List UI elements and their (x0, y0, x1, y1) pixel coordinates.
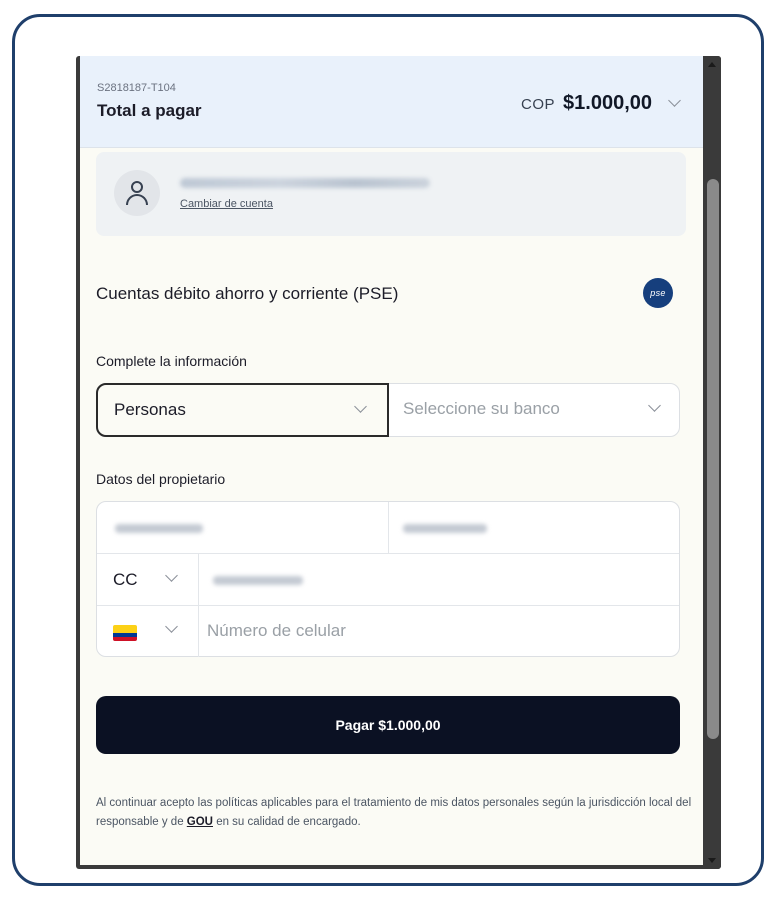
payment-method-title: Cuentas débito ahorro y corriente (PSE) (96, 284, 399, 303)
document-row: CC (97, 554, 679, 606)
colombia-flag-icon[interactable] (113, 625, 137, 641)
user-icon (114, 170, 160, 216)
scroll-up-arrow-icon[interactable] (708, 62, 716, 67)
chevron-down-icon[interactable] (165, 620, 178, 633)
chevron-down-icon (648, 399, 661, 412)
disclaimer-text-after: en su calidad de encargado. (213, 816, 361, 828)
first-name-field[interactable] (115, 524, 203, 533)
phone-number-input[interactable]: Número de celular (207, 621, 346, 641)
pse-logo-icon: pse (643, 278, 673, 308)
chevron-down-icon (354, 400, 367, 413)
disclaimer-text-before: Al continuar acepto las políticas aplica… (96, 797, 692, 828)
total-amount[interactable]: COP $1.000,00 (521, 92, 681, 115)
account-email-redacted (180, 178, 430, 188)
account-card: Cambiar de cuenta (96, 152, 686, 236)
currency-code: COP (521, 96, 556, 113)
total-label: Total a pagar (97, 101, 202, 120)
person-bank-select-row: Personas Seleccione su banco (96, 383, 680, 437)
scrollbar-thumb[interactable] (707, 179, 719, 739)
change-account-link[interactable]: Cambiar de cuenta (180, 198, 273, 210)
scrollbar[interactable] (704, 56, 721, 869)
chevron-down-icon[interactable] (165, 569, 178, 582)
owner-details-form: CC Número de celular (96, 501, 680, 657)
owner-section-label: Datos del propietario (96, 471, 226, 487)
gou-link[interactable]: GOU (187, 816, 213, 828)
person-type-select[interactable]: Personas (96, 383, 389, 437)
document-type-select[interactable]: CC (113, 570, 138, 590)
privacy-disclaimer: Al continuar acepto las políticas aplica… (96, 794, 692, 832)
phone-row: Número de celular (97, 605, 679, 657)
info-section-label: Complete la información (96, 353, 247, 369)
checkout-panel: S2818187-T104 Total a pagar COP $1.000,0… (80, 56, 703, 865)
last-name-field[interactable] (403, 524, 487, 533)
bank-select-placeholder: Seleccione su banco (403, 399, 560, 418)
checkout-window: S2818187-T104 Total a pagar COP $1.000,0… (76, 56, 721, 869)
order-id: S2818187-T104 (97, 82, 176, 94)
pay-button[interactable]: Pagar $1.000,00 (96, 696, 680, 754)
payment-summary-header[interactable]: S2818187-T104 Total a pagar COP $1.000,0… (80, 56, 703, 148)
chevron-down-icon[interactable] (668, 94, 681, 107)
scroll-down-arrow-icon[interactable] (708, 858, 716, 863)
amount-value: $1.000,00 (563, 92, 652, 114)
person-type-value: Personas (114, 400, 186, 419)
document-number-field[interactable] (213, 576, 303, 585)
owner-name-row (97, 502, 679, 554)
